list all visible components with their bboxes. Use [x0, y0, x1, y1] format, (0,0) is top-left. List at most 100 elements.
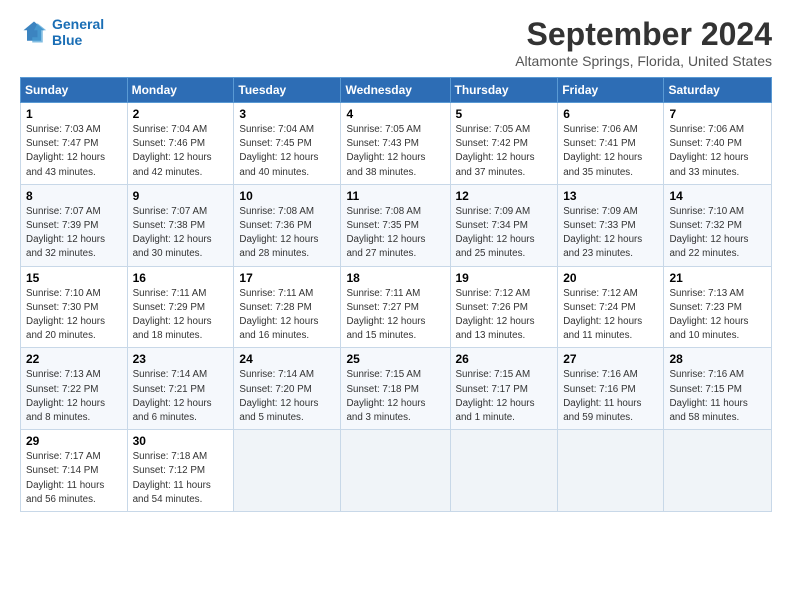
day-number: 12 — [456, 189, 553, 203]
day-info: Sunrise: 7:15 AM Sunset: 7:18 PM Dayligh… — [346, 368, 444, 425]
calendar: SundayMondayTuesdayWednesdayThursdayFrid… — [20, 77, 772, 512]
calendar-cell: 27 Sunrise: 7:16 AM Sunset: 7:16 PM Dayli… — [558, 348, 664, 430]
calendar-week-row: 8 Sunrise: 7:07 AM Sunset: 7:39 PM Daylig… — [21, 184, 772, 266]
day-number: 14 — [669, 189, 766, 203]
calendar-cell: 23 Sunrise: 7:14 AM Sunset: 7:21 PM Dayli… — [127, 348, 234, 430]
calendar-cell: 18Sunrise: 7:11 AM Sunset: 7:27 PM Dayli… — [341, 266, 450, 348]
day-info: Sunrise: 7:03 AM Sunset: 7:47 PM Dayligh… — [26, 123, 122, 180]
day-info: Sunrise: 7:12 AM Sunset: 7:26 PM Dayligh… — [456, 287, 553, 344]
calendar-cell: 2 Sunrise: 7:04 AM Sunset: 7:46 PM Daylig… — [127, 103, 234, 185]
day-number: 6 — [563, 107, 658, 121]
subtitle: Altamonte Springs, Florida, United State… — [515, 53, 772, 69]
day-info: Sunrise: 7:08 AM Sunset: 7:35 PM Dayligh… — [346, 205, 444, 262]
day-info: Sunrise: 7:04 AM Sunset: 7:46 PM Dayligh… — [133, 123, 229, 180]
calendar-cell: 1Sunrise: 7:03 AM Sunset: 7:47 PM Daylig… — [21, 103, 128, 185]
day-info: Sunrise: 7:14 AM Sunset: 7:20 PM Dayligh… — [239, 368, 335, 425]
day-info: Sunrise: 7:13 AM Sunset: 7:23 PM Dayligh… — [669, 287, 766, 344]
day-info: Sunrise: 7:11 AM Sunset: 7:29 PM Dayligh… — [133, 287, 229, 344]
calendar-cell: 26Sunrise: 7:15 AM Sunset: 7:17 PM Dayli… — [450, 348, 558, 430]
col-header-tuesday: Tuesday — [234, 78, 341, 103]
day-number: 28 — [669, 352, 766, 366]
day-info: Sunrise: 7:07 AM Sunset: 7:39 PM Dayligh… — [26, 205, 122, 262]
day-number: 11 — [346, 189, 444, 203]
day-number: 19 — [456, 271, 553, 285]
calendar-cell: 3 Sunrise: 7:04 AM Sunset: 7:45 PM Daylig… — [234, 103, 341, 185]
day-number: 30 — [133, 434, 229, 448]
day-number: 15 — [26, 271, 122, 285]
day-info: Sunrise: 7:04 AM Sunset: 7:45 PM Dayligh… — [239, 123, 335, 180]
day-number: 23 — [133, 352, 229, 366]
calendar-cell: 25Sunrise: 7:15 AM Sunset: 7:18 PM Dayli… — [341, 348, 450, 430]
day-number: 13 — [563, 189, 658, 203]
day-number: 29 — [26, 434, 122, 448]
day-info: Sunrise: 7:10 AM Sunset: 7:30 PM Dayligh… — [26, 287, 122, 344]
calendar-cell: 12 Sunrise: 7:09 AM Sunset: 7:34 PM Dayli… — [450, 184, 558, 266]
day-info: Sunrise: 7:09 AM Sunset: 7:33 PM Dayligh… — [563, 205, 658, 262]
day-info: Sunrise: 7:08 AM Sunset: 7:36 PM Dayligh… — [239, 205, 335, 262]
calendar-cell: 14 Sunrise: 7:10 AM Sunset: 7:32 PM Dayli… — [664, 184, 772, 266]
calendar-cell: 28 Sunrise: 7:16 AM Sunset: 7:15 PM Dayli… — [664, 348, 772, 430]
calendar-cell: 11 Sunrise: 7:08 AM Sunset: 7:35 PM Dayli… — [341, 184, 450, 266]
calendar-week-row: 29Sunrise: 7:17 AM Sunset: 7:14 PM Dayli… — [21, 430, 772, 512]
main-title: September 2024 — [515, 16, 772, 53]
calendar-cell: 6 Sunrise: 7:06 AM Sunset: 7:41 PM Daylig… — [558, 103, 664, 185]
day-number: 4 — [346, 107, 444, 121]
day-info: Sunrise: 7:13 AM Sunset: 7:22 PM Dayligh… — [26, 368, 122, 425]
day-number: 9 — [133, 189, 229, 203]
day-info: Sunrise: 7:16 AM Sunset: 7:15 PM Dayligh… — [669, 368, 766, 425]
day-number: 21 — [669, 271, 766, 285]
day-info: Sunrise: 7:06 AM Sunset: 7:41 PM Dayligh… — [563, 123, 658, 180]
calendar-cell: 22 Sunrise: 7:13 AM Sunset: 7:22 PM Dayli… — [21, 348, 128, 430]
calendar-cell: 21 Sunrise: 7:13 AM Sunset: 7:23 PM Dayli… — [664, 266, 772, 348]
col-header-wednesday: Wednesday — [341, 78, 450, 103]
calendar-cell: 5 Sunrise: 7:05 AM Sunset: 7:42 PM Daylig… — [450, 103, 558, 185]
day-number: 3 — [239, 107, 335, 121]
calendar-week-row: 15 Sunrise: 7:10 AM Sunset: 7:30 PM Dayli… — [21, 266, 772, 348]
day-number: 2 — [133, 107, 229, 121]
day-number: 5 — [456, 107, 553, 121]
title-block: September 2024 Altamonte Springs, Florid… — [515, 16, 772, 69]
calendar-week-row: 1Sunrise: 7:03 AM Sunset: 7:47 PM Daylig… — [21, 103, 772, 185]
day-number: 8 — [26, 189, 122, 203]
day-info: Sunrise: 7:14 AM Sunset: 7:21 PM Dayligh… — [133, 368, 229, 425]
day-number: 16 — [133, 271, 229, 285]
calendar-cell: 9Sunrise: 7:07 AM Sunset: 7:38 PM Daylig… — [127, 184, 234, 266]
calendar-cell — [664, 430, 772, 512]
calendar-cell: 10 Sunrise: 7:08 AM Sunset: 7:36 PM Dayli… — [234, 184, 341, 266]
calendar-cell: 19 Sunrise: 7:12 AM Sunset: 7:26 PM Dayli… — [450, 266, 558, 348]
day-info: Sunrise: 7:06 AM Sunset: 7:40 PM Dayligh… — [669, 123, 766, 180]
day-number: 10 — [239, 189, 335, 203]
day-number: 27 — [563, 352, 658, 366]
day-number: 17 — [239, 271, 335, 285]
day-number: 22 — [26, 352, 122, 366]
day-info: Sunrise: 7:05 AM Sunset: 7:43 PM Dayligh… — [346, 123, 444, 180]
calendar-cell: 8 Sunrise: 7:07 AM Sunset: 7:39 PM Daylig… — [21, 184, 128, 266]
logo-text: General Blue — [52, 16, 104, 48]
day-info: Sunrise: 7:18 AM Sunset: 7:12 PM Dayligh… — [133, 450, 229, 507]
day-info: Sunrise: 7:12 AM Sunset: 7:24 PM Dayligh… — [563, 287, 658, 344]
col-header-monday: Monday — [127, 78, 234, 103]
logo: General Blue — [20, 16, 104, 48]
calendar-cell: 24 Sunrise: 7:14 AM Sunset: 7:20 PM Dayli… — [234, 348, 341, 430]
calendar-cell: 16 Sunrise: 7:11 AM Sunset: 7:29 PM Dayli… — [127, 266, 234, 348]
calendar-cell: 29Sunrise: 7:17 AM Sunset: 7:14 PM Dayli… — [21, 430, 128, 512]
calendar-cell: 15 Sunrise: 7:10 AM Sunset: 7:30 PM Dayli… — [21, 266, 128, 348]
day-info: Sunrise: 7:05 AM Sunset: 7:42 PM Dayligh… — [456, 123, 553, 180]
day-number: 24 — [239, 352, 335, 366]
day-number: 7 — [669, 107, 766, 121]
col-header-sunday: Sunday — [21, 78, 128, 103]
col-header-saturday: Saturday — [664, 78, 772, 103]
day-info: Sunrise: 7:15 AM Sunset: 7:17 PM Dayligh… — [456, 368, 553, 425]
day-info: Sunrise: 7:09 AM Sunset: 7:34 PM Dayligh… — [456, 205, 553, 262]
day-info: Sunrise: 7:10 AM Sunset: 7:32 PM Dayligh… — [669, 205, 766, 262]
calendar-cell: 7 Sunrise: 7:06 AM Sunset: 7:40 PM Daylig… — [664, 103, 772, 185]
day-info: Sunrise: 7:11 AM Sunset: 7:28 PM Dayligh… — [239, 287, 335, 344]
calendar-cell: 20 Sunrise: 7:12 AM Sunset: 7:24 PM Dayli… — [558, 266, 664, 348]
day-number: 20 — [563, 271, 658, 285]
day-info: Sunrise: 7:16 AM Sunset: 7:16 PM Dayligh… — [563, 368, 658, 425]
calendar-cell: 17 Sunrise: 7:11 AM Sunset: 7:28 PM Dayli… — [234, 266, 341, 348]
calendar-week-row: 22 Sunrise: 7:13 AM Sunset: 7:22 PM Dayli… — [21, 348, 772, 430]
day-number: 18 — [346, 271, 444, 285]
calendar-cell: 4 Sunrise: 7:05 AM Sunset: 7:43 PM Daylig… — [341, 103, 450, 185]
calendar-cell — [450, 430, 558, 512]
